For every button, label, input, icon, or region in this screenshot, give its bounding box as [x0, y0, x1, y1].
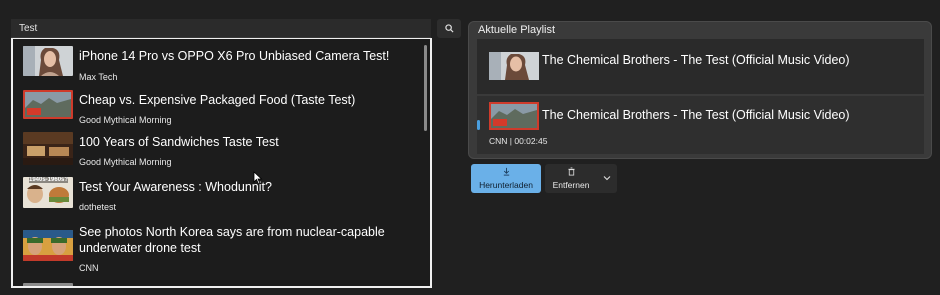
list-item[interactable]: See photos North Korea says are from nuc…	[23, 223, 423, 275]
result-title: Cheap vs. Expensive Packaged Food (Taste…	[79, 93, 356, 107]
download-icon	[471, 164, 541, 179]
playlist-item[interactable]: The Chemical Brothers - The Test (Offici…	[477, 39, 924, 94]
remove-button-main[interactable]: Entfernen	[545, 164, 597, 193]
video-thumbnail: 1940s-1960s?	[23, 177, 73, 208]
video-thumbnail	[489, 52, 539, 80]
video-thumbnail	[23, 90, 73, 119]
download-button-label: Herunterladen	[479, 180, 533, 190]
thumbnail-overlay-text: 1940s-1960s?	[29, 177, 69, 183]
app-window: Test iPhone 14 Pro vs OPPO X6 Pro Unbias…	[0, 0, 940, 295]
playlist-header: Aktuelle Playlist	[478, 24, 556, 36]
result-channel: Good Mythical Morning	[79, 115, 172, 125]
video-thumbnail	[23, 46, 73, 76]
remove-button-label: Entfernen	[552, 180, 590, 190]
result-title: Test Your Awareness : Whodunnit?	[79, 180, 272, 194]
search-input[interactable]: Test	[11, 19, 431, 38]
playlist-item[interactable]: The Chemical Brothers - The Test (Offici…	[477, 96, 924, 154]
video-thumbnail	[23, 230, 73, 261]
video-thumbnail	[23, 132, 73, 165]
remove-button[interactable]: Entfernen	[545, 164, 617, 193]
result-title: iPhone 14 Pro vs OPPO X6 Pro Unbiased Ca…	[79, 49, 390, 63]
video-thumbnail	[489, 102, 539, 130]
list-item[interactable]: Cheap vs. Expensive Packaged Food (Taste…	[23, 90, 423, 130]
scrollbar[interactable]	[424, 45, 427, 131]
playlist-panel: Aktuelle Playlist The Chemical Brothers …	[468, 21, 932, 159]
list-item[interactable]: iPhone 14 Pro vs OPPO X6 Pro Unbiased Ca…	[23, 46, 423, 86]
result-channel: CNN	[79, 263, 99, 273]
playlist-item-meta: CNN | 00:02:45	[489, 136, 548, 146]
list-item[interactable]: 1940s-1960s? Test Your Awareness : Whodu…	[23, 177, 423, 217]
result-title: See photos North Korea says are from nuc…	[79, 225, 385, 255]
result-channel: Max Tech	[79, 72, 118, 82]
result-title: 100 Years of Sandwiches Taste Test	[79, 135, 279, 149]
selection-indicator	[477, 120, 480, 130]
search-button[interactable]	[437, 19, 461, 38]
search-icon	[444, 24, 454, 33]
result-channel: Good Mythical Morning	[79, 157, 172, 167]
mouse-cursor-icon	[253, 171, 263, 185]
playlist-item-title: The Chemical Brothers - The Test (Offici…	[542, 108, 850, 122]
playlist-item-title: The Chemical Brothers - The Test (Offici…	[542, 53, 850, 67]
chevron-down-icon[interactable]	[601, 173, 613, 183]
list-item[interactable]: 100 Years of Sandwiches Taste Test Good …	[23, 132, 423, 172]
video-thumbnail	[23, 283, 73, 286]
download-button[interactable]: Herunterladen	[471, 164, 541, 193]
list-item[interactable]	[23, 283, 423, 286]
search-results-list[interactable]: iPhone 14 Pro vs OPPO X6 Pro Unbiased Ca…	[11, 38, 432, 288]
result-channel: dothetest	[79, 202, 117, 212]
trash-icon	[545, 164, 597, 179]
